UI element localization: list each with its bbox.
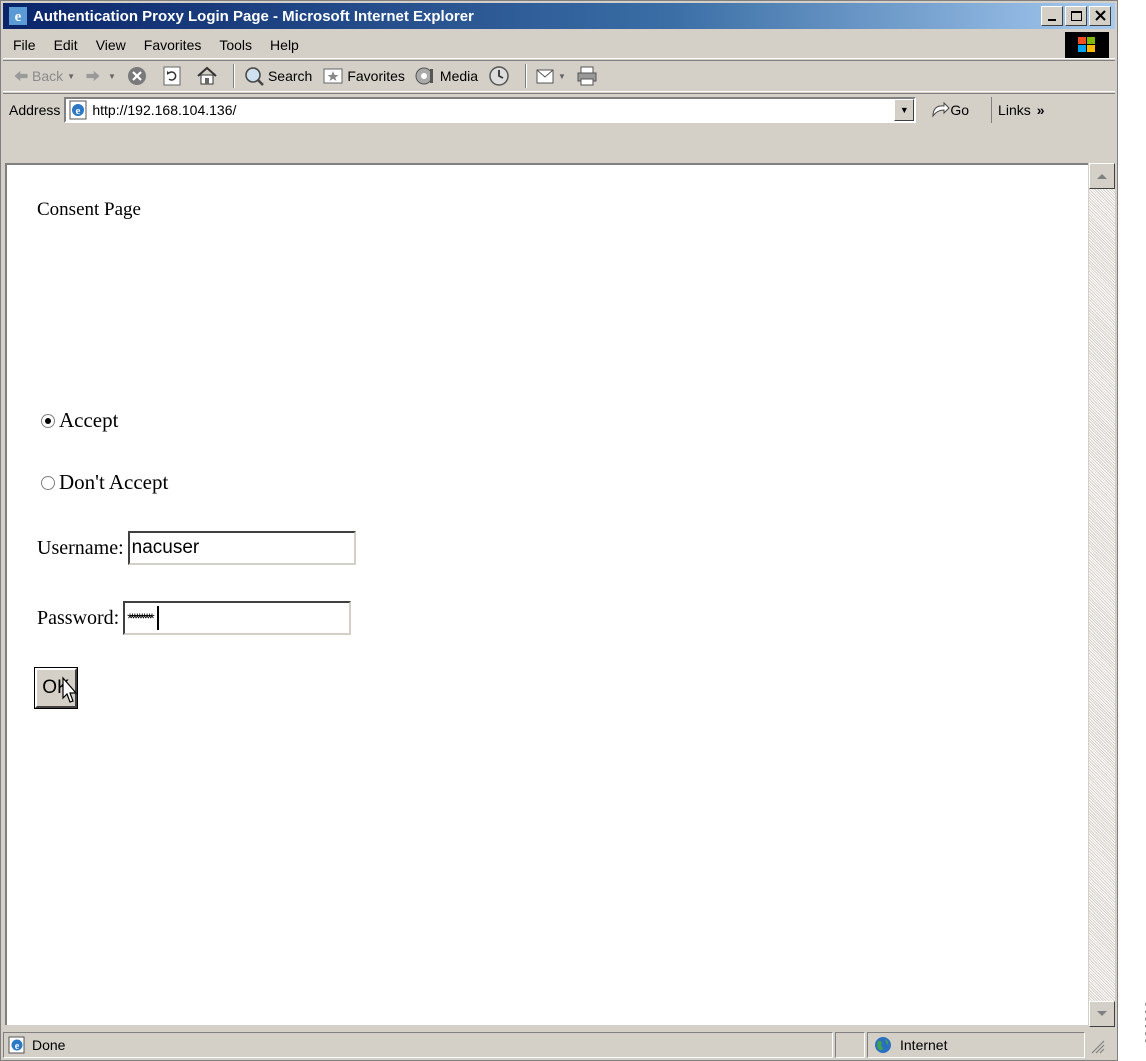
chevron-double-right-icon: » [1036,101,1045,118]
forward-button[interactable]: ▼ [85,68,116,84]
scroll-down-button[interactable] [1089,1001,1115,1027]
refresh-icon [163,66,181,86]
accept-option[interactable]: Accept [41,408,118,433]
mail-icon [536,69,554,84]
links-button[interactable]: Links » [991,96,1045,123]
menu-edit[interactable]: Edit [45,37,87,53]
chevron-down-icon: ▼ [899,104,909,115]
globe-icon [875,1037,891,1053]
accept-radio[interactable] [41,413,55,428]
maximize-icon [1071,11,1082,21]
close-button[interactable] [1089,6,1111,26]
page-heading: Consent Page [37,199,141,220]
svg-text:e: e [76,105,81,117]
print-icon [577,66,597,86]
title-bar[interactable]: e Authentication Proxy Login Page - Micr… [3,3,1115,29]
windows-logo-icon [1065,32,1109,58]
go-button[interactable]: Go [930,101,969,119]
menu-help[interactable]: Help [261,37,308,53]
home-icon [197,66,217,85]
password-label: Password: [37,606,120,629]
history-button[interactable] [488,65,513,87]
username-label: Username: [37,536,124,559]
back-arrow-icon [14,70,28,82]
security-zone[interactable]: Internet [867,1032,1085,1058]
window-title: Authentication Proxy Login Page - Micros… [33,7,474,25]
maximize-button[interactable] [1065,6,1087,26]
text-caret [156,606,159,630]
ie-logo-icon: e [9,7,27,25]
favorites-icon [323,68,343,84]
resize-grip-icon[interactable] [1087,1036,1105,1054]
menu-tools[interactable]: Tools [210,37,261,53]
arrow-up-icon [1097,174,1107,179]
chevron-down-icon[interactable]: ▼ [558,72,566,81]
home-button[interactable] [196,65,221,87]
toolbar-separator [525,64,528,88]
chevron-down-icon[interactable]: ▼ [108,72,116,81]
stop-button[interactable] [126,65,151,87]
history-icon [489,66,509,86]
page-content: Consent Page Accept Don't Accept Usernam… [5,163,1088,1025]
minimize-button[interactable] [1041,6,1063,26]
dont-accept-label: Don't Accept [59,470,169,494]
menu-view[interactable]: View [87,37,135,53]
password-value: ********** [127,610,155,626]
mail-button[interactable]: ▼ [535,65,566,87]
dont-accept-option[interactable]: Don't Accept [41,470,168,495]
media-icon [415,67,433,85]
stop-icon [127,67,146,85]
dont-accept-radio[interactable] [41,475,55,490]
search-button[interactable]: Search [243,65,312,87]
svg-text:e: e [15,9,22,25]
back-button[interactable]: Back ▼ [13,68,75,84]
arrow-down-icon [1097,1011,1107,1016]
figure-number: 231216 [1142,1001,1146,1045]
username-value: nacuser [131,537,200,558]
scroll-up-button[interactable] [1089,163,1115,189]
password-field[interactable]: ********** [123,601,352,635]
address-dropdown-button[interactable]: ▼ [894,98,915,121]
menu-file[interactable]: File [3,37,45,53]
mouse-pointer-icon [62,676,78,703]
status-cell [835,1032,865,1058]
status-message: e Done [3,1032,833,1058]
status-text: Done [32,1037,66,1053]
browser-window: e Authentication Proxy Login Page - Micr… [0,0,1118,1061]
address-input[interactable]: e http://192.168.104.136/ ▼ [64,96,917,123]
username-row: Username: nacuser [37,531,356,565]
url-text: http://192.168.104.136/ [92,101,237,118]
ie-page-icon: e [8,1036,25,1054]
accept-label: Accept [59,408,119,432]
close-icon [1095,10,1106,21]
toolbar-separator [232,64,235,88]
username-field[interactable]: nacuser [127,531,356,565]
menu-bar: File Edit View Favorites Tools Help [3,31,1115,59]
address-bar: Address e http://192.168.104.136/ ▼ Go L… [3,93,1115,125]
vertical-scrollbar[interactable] [1089,163,1115,1027]
password-row: Password: ********** [37,601,352,635]
menu-favorites[interactable]: Favorites [135,37,211,53]
forward-arrow-icon [86,70,100,82]
refresh-button[interactable] [161,65,186,87]
ie-page-icon: e [69,100,87,119]
status-bar: e Done Internet [3,1031,1115,1059]
search-icon [245,67,264,86]
favorites-button[interactable]: Favorites [322,65,405,87]
address-label: Address [9,101,61,118]
minimize-icon [1048,19,1056,21]
svg-text:e: e [15,1041,20,1052]
print-button[interactable] [576,65,601,87]
standard-toolbar: Back ▼ ▼ Search Favorites Media ▼ [3,60,1115,92]
zone-text: Internet [900,1037,948,1053]
chevron-down-icon[interactable]: ▼ [67,72,75,81]
media-button[interactable]: Media [415,65,478,87]
go-arrow-icon [932,101,951,118]
